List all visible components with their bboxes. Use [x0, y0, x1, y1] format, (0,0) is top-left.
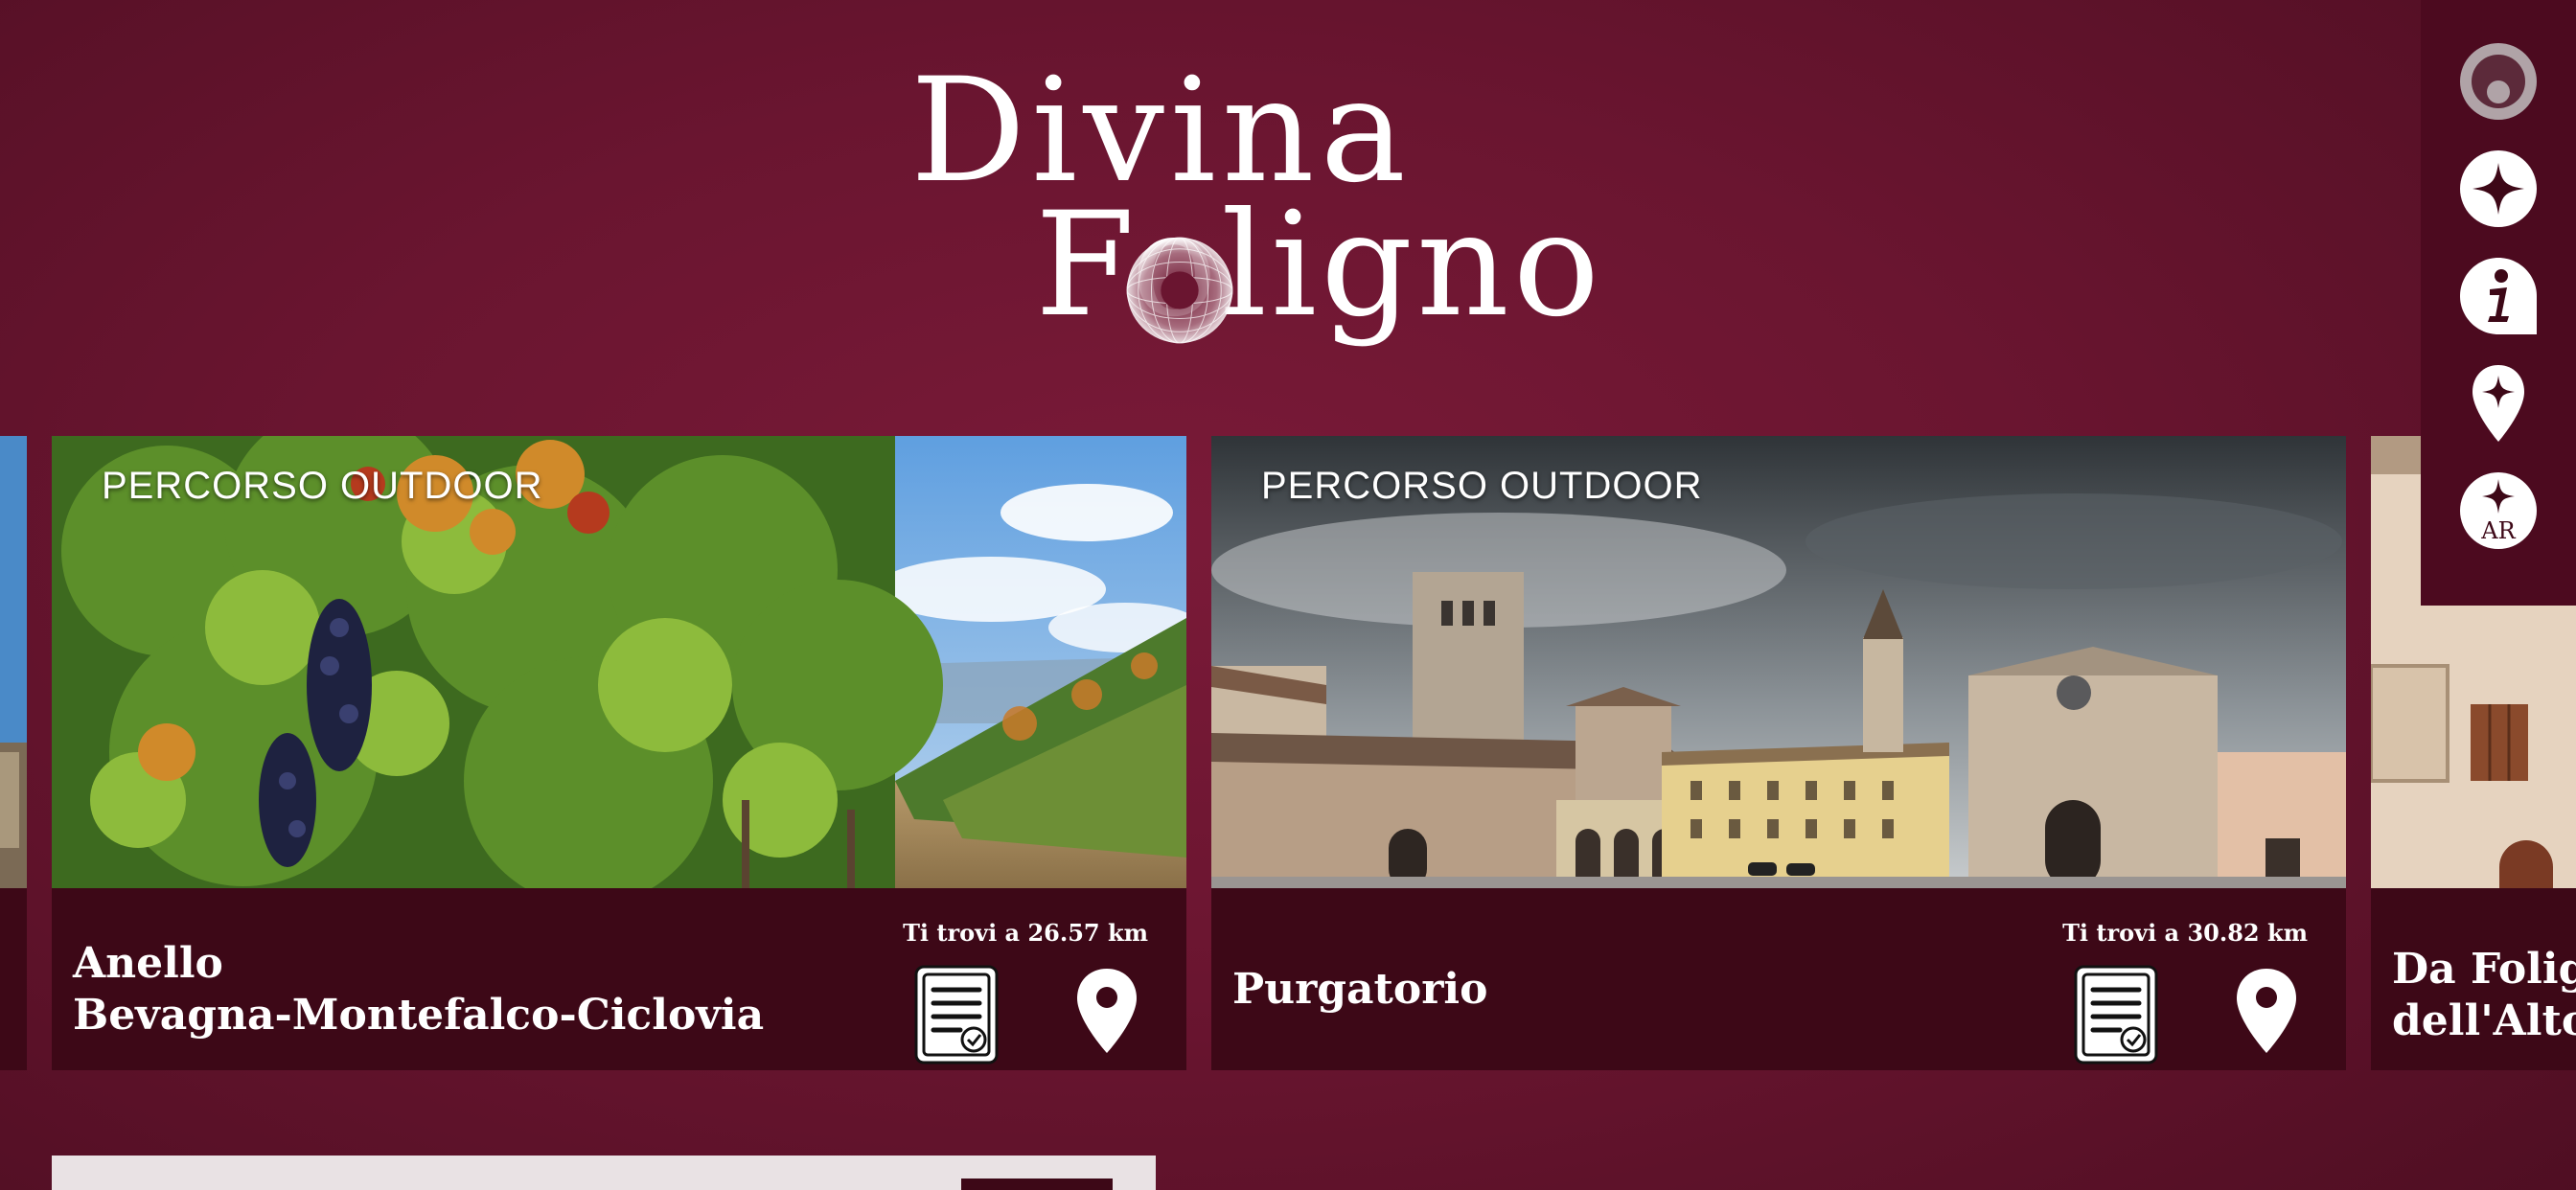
details-document-icon[interactable] [2074, 965, 2158, 1064]
ar-icon: AR [2460, 472, 2537, 549]
card-category-tag: PERCORSO OUTDOOR [102, 465, 543, 507]
favorites-button[interactable] [2455, 146, 2542, 232]
card-title: Anello Bevagna-Montefalco-Ciclovia [73, 938, 764, 1041]
previous-card-edge[interactable] [0, 436, 27, 1070]
card-title-line2: Bevagna-Montefalco-Ciclovia [73, 991, 765, 1040]
previous-card-image [0, 436, 27, 888]
ar-label: AR [2480, 517, 2516, 544]
details-document-icon[interactable] [914, 965, 999, 1064]
card-footer: Anello Bevagna-Montefalco-Ciclovia Ti tr… [52, 888, 1186, 1070]
card-title-line1: Anello [73, 939, 223, 988]
profile-icon [2460, 43, 2537, 120]
distance-label: Ti trovi a 26.57 km [903, 919, 1148, 947]
card-title-line2: dell'Alto [2392, 996, 2576, 1045]
app-logo: Divina Foligno [910, 59, 1600, 347]
distance-label: Ti trovi a 30.82 km [2062, 919, 2308, 947]
logo-word-foligno: Foligno [1035, 182, 1604, 349]
logo-sphere-icon [1126, 237, 1233, 344]
side-toolbar: AR [2421, 0, 2576, 606]
profile-button[interactable] [2455, 38, 2542, 125]
map-button[interactable] [2455, 360, 2542, 446]
info-button[interactable] [2455, 253, 2542, 339]
star-icon [2460, 150, 2537, 227]
map-pin-icon[interactable] [2235, 967, 2298, 1055]
ar-button[interactable]: AR [2455, 468, 2542, 554]
card-category-tag: PERCORSO OUTDOOR [1261, 465, 1703, 507]
card-title-line1: Purgatorio [1232, 965, 1488, 1014]
route-card-purgatorio[interactable]: PERCORSO OUTDOOR Purgatorio Ti trovi a 3… [1211, 436, 2346, 1070]
card-title: Purgatorio [1232, 964, 1487, 1016]
map-pin-icon[interactable] [1075, 967, 1138, 1055]
card-image-vineyard: PERCORSO OUTDOOR [52, 436, 1186, 888]
card-title: Da Folig dell'Alto [2392, 944, 2576, 1047]
info-icon [2460, 258, 2537, 334]
card-image-church-square: PERCORSO OUTDOOR [1211, 436, 2346, 888]
card-title-line1: Da Folig [2392, 945, 2576, 994]
card-footer: Purgatorio Ti trovi a 30.82 km [1211, 888, 2346, 1070]
bottom-panel-accent [961, 1179, 1113, 1190]
routes-carousel[interactable]: PERCORSO OUTDOOR Anello Bevagna-Montefal… [0, 436, 2421, 1070]
map-pin-star-icon [2472, 365, 2524, 442]
route-card-anello[interactable]: PERCORSO OUTDOOR Anello Bevagna-Montefal… [52, 436, 1186, 1070]
